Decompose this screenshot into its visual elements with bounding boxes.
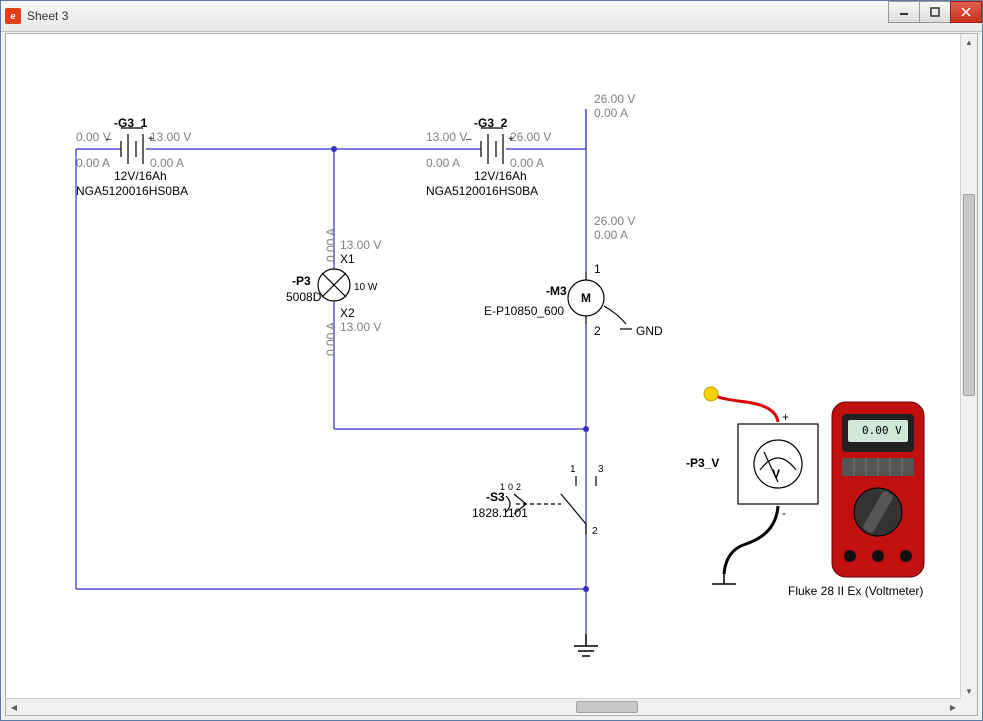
- m3-pin1: 1: [594, 262, 601, 276]
- p3-part: 5008D: [286, 290, 321, 304]
- p3v-plus: +: [782, 410, 789, 424]
- titlebar[interactable]: e Sheet 3: [1, 1, 982, 32]
- g3-1-name: -G3_1: [114, 116, 147, 130]
- m3-symbol: M: [581, 291, 591, 305]
- g3-2-vright: 26.00 V: [510, 130, 551, 144]
- p3-x1v: 13.00 V: [340, 238, 381, 252]
- g3-1-vright: 13.00 V: [150, 130, 191, 144]
- scroll-down-icon[interactable]: ▼: [961, 683, 977, 699]
- close-button[interactable]: [950, 1, 982, 23]
- g3-2-name: -G3_2: [474, 116, 507, 130]
- p3-x2v: 13.00 V: [340, 320, 381, 334]
- m3-atop: 0.00 A: [594, 228, 628, 242]
- g3-2-minus: –: [466, 134, 472, 145]
- maximize-button[interactable]: [919, 1, 951, 23]
- g3-1-plus: +: [148, 134, 154, 145]
- p3v-name: -P3_V: [686, 456, 719, 470]
- g3-2-aright: 0.00 A: [510, 156, 544, 170]
- g3-1-aleft: 0.00 A: [76, 156, 110, 170]
- s3-pos0: 0: [508, 482, 513, 492]
- g3-1-part: NGA5120016HS0BA: [76, 184, 188, 198]
- g3-2-vleft: 13.00 V: [426, 130, 467, 144]
- app-window: e Sheet 3: [0, 0, 983, 721]
- meter-reading: 0.00 V: [862, 424, 902, 437]
- v-scroll-thumb[interactable]: [963, 194, 975, 396]
- p3-power: 10 W: [354, 282, 377, 293]
- g3-1-aright: 0.00 A: [150, 156, 184, 170]
- s3-pos2: 2: [516, 482, 521, 492]
- p3-x1: X1: [340, 252, 355, 266]
- m3-part: E-P10850_600: [484, 304, 564, 318]
- g3-2-plus: +: [508, 134, 514, 145]
- g3-2-spec: 12V/16Ah: [474, 169, 527, 183]
- g3-2-part: NGA5120016HS0BA: [426, 184, 538, 198]
- meter-label: Fluke 28 II Ex (Voltmeter): [788, 584, 923, 598]
- maximize-icon: [930, 7, 940, 17]
- window-title: Sheet 3: [27, 9, 68, 23]
- g3-2-atop: 0.00 A: [594, 106, 628, 120]
- s3-part: 1828.1101: [472, 506, 528, 520]
- p3-x2: X2: [340, 306, 355, 320]
- s3-t2: 2: [592, 526, 598, 537]
- minimize-icon: [899, 7, 909, 17]
- s3-t3: 3: [598, 464, 604, 475]
- m3-vtop: 26.00 V: [594, 214, 635, 228]
- m3-name: -M3: [546, 284, 567, 298]
- window-buttons: [889, 1, 982, 21]
- s3-t1: 1: [570, 464, 576, 475]
- scroll-left-icon[interactable]: ◀: [6, 699, 22, 715]
- g3-1-spec: 12V/16Ah: [114, 169, 167, 183]
- scroll-right-icon[interactable]: ▶: [945, 699, 961, 715]
- canvas-wrap: -G3_1 0.00 V 13.00 V 0.00 A 0.00 A – + 1…: [5, 33, 978, 716]
- p3-amp-bot: 0.00 A: [324, 322, 338, 356]
- p3v-symbol: V: [772, 467, 780, 481]
- g3-2-vtop: 26.00 V: [594, 92, 635, 106]
- vertical-scrollbar[interactable]: ▲ ▼: [960, 34, 977, 699]
- app-icon: e: [5, 8, 21, 24]
- m3-pin2: 2: [594, 324, 601, 338]
- horizontal-scrollbar[interactable]: ◀ ▶: [6, 698, 961, 715]
- g3-2-aleft: 0.00 A: [426, 156, 460, 170]
- p3-name: -P3: [292, 274, 311, 288]
- m3-gnd: GND: [636, 324, 663, 338]
- h-scroll-thumb[interactable]: [576, 701, 638, 713]
- p3v-minus: -: [782, 506, 786, 520]
- scroll-corner: [961, 699, 977, 715]
- scroll-up-icon[interactable]: ▲: [961, 34, 977, 50]
- s3-pos1: 1: [500, 482, 505, 492]
- close-icon: [961, 7, 971, 17]
- s3-name: -S3: [486, 490, 505, 504]
- p3-amp-top: 0.00 A: [324, 228, 338, 262]
- g3-1-minus: –: [106, 134, 112, 145]
- schematic-canvas[interactable]: -G3_1 0.00 V 13.00 V 0.00 A 0.00 A – + 1…: [6, 34, 961, 699]
- minimize-button[interactable]: [888, 1, 920, 23]
